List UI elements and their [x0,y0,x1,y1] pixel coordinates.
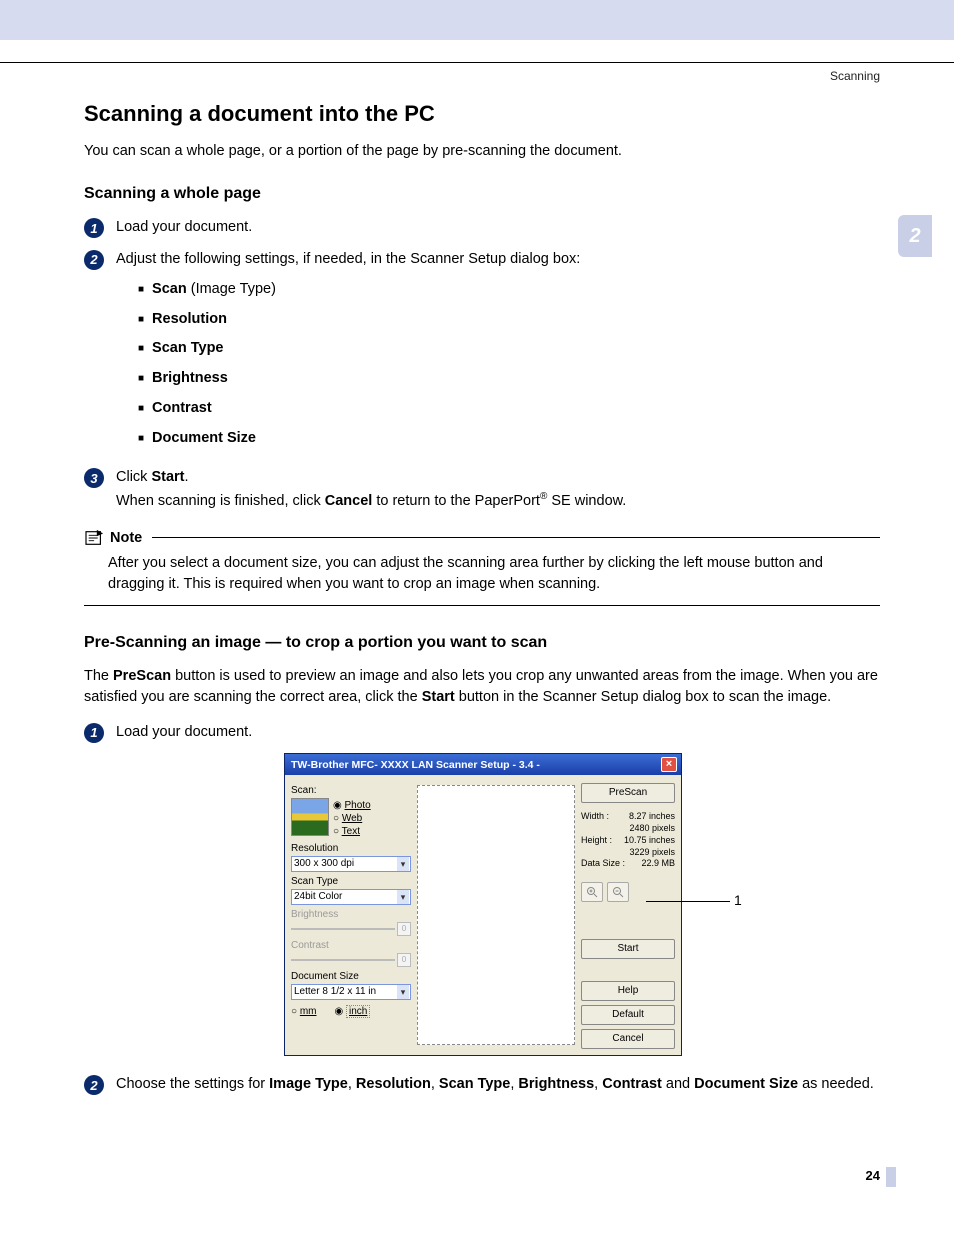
unit-mm-radio[interactable]: ○ mm [291,1006,317,1017]
note-rule [152,537,880,538]
scan-group-label: Scan: [291,785,411,796]
page-number-tab [886,1167,896,1187]
resolution-label: Resolution [291,843,411,854]
list-item: Document Size [138,428,880,450]
preview-area[interactable] [417,785,575,1045]
radio-web[interactable]: ○ Web [333,813,371,824]
scan-thumbnail [291,798,329,836]
step-number-icon: 2 [84,250,104,270]
zoom-in-icon[interactable] [581,882,603,902]
docsize-select[interactable]: Letter 8 1/2 x 11 in [291,984,411,1000]
step-3-line1: Click Start. [116,467,880,489]
step-3-line2: When scanning is finished, click Cancel … [116,489,880,513]
callout-number: 1 [734,892,742,908]
cancel-button[interactable]: Cancel [581,1029,675,1049]
contrast-slider[interactable]: 0 [291,953,411,967]
page-number: 24 [866,1168,880,1183]
chapter-tab: 2 [898,215,932,257]
step-number-icon: 1 [84,723,104,743]
scanner-dialog-figure: TW-Brother MFC- XXXX LAN Scanner Setup -… [284,753,784,1056]
step-2-lead: Adjust the following settings, if needed… [116,251,580,267]
section-prescan-title: Pre-Scanning an image — to crop a portio… [84,634,880,652]
start-button[interactable]: Start [581,939,675,959]
radio-photo[interactable]: ◉ Photo [333,800,371,811]
list-item: Scan (Image Type) [138,279,880,301]
settings-list: Scan (Image Type) Resolution Scan Type B… [116,279,880,450]
step-row: 2 Adjust the following settings, if need… [84,249,880,457]
list-item: Resolution [138,309,880,331]
step-row: 3 Click Start. When scanning is finished… [84,467,880,512]
radio-text[interactable]: ○ Text [333,826,371,837]
step-number-icon: 1 [84,218,104,238]
resolution-select[interactable]: 300 x 300 dpi [291,856,411,872]
note-block: Note After you select a document size, y… [84,529,880,606]
list-item: Brightness [138,368,880,390]
note-body: After you select a document size, you ca… [84,547,880,605]
default-button[interactable]: Default [581,1005,675,1025]
callout-line [646,901,730,902]
dialog-title-bar: TW-Brother MFC- XXXX LAN Scanner Setup -… [285,754,681,775]
page-title: Scanning a document into the PC [84,101,880,127]
list-item: Scan Type [138,338,880,360]
prescan-step-1: Load your document. [116,722,880,744]
help-button[interactable]: Help [581,981,675,1001]
step-number-icon: 3 [84,468,104,488]
scantype-label: Scan Type [291,876,411,887]
note-icon [84,529,106,547]
prescan-paragraph: The PreScan button is used to preview an… [84,666,880,708]
close-icon[interactable]: × [661,757,677,772]
note-rule [84,605,880,606]
brightness-label: Brightness [291,909,411,920]
step-1-text: Load your document. [116,217,880,239]
prescan-button[interactable]: PreScan [581,783,675,803]
prescan-step-2: Choose the settings for Image Type, Reso… [116,1074,880,1096]
header-section-label: Scanning [0,63,954,83]
step-row: 1 Load your document. [84,217,880,239]
scanner-setup-dialog: TW-Brother MFC- XXXX LAN Scanner Setup -… [284,753,682,1056]
list-item: Contrast [138,398,880,420]
dialog-title-text: TW-Brother MFC- XXXX LAN Scanner Setup -… [291,759,661,771]
step-number-icon: 2 [84,1075,104,1095]
zoom-out-icon[interactable] [607,882,629,902]
unit-inch-radio[interactable]: ◉ inch [335,1006,371,1017]
scan-info: Width :8.27 inches 2480 pixels Height :1… [581,811,675,869]
brightness-slider[interactable]: 0 [291,922,411,936]
section-whole-page-title: Scanning a whole page [84,185,880,203]
note-title: Note [110,530,142,546]
step-row: 2 Choose the settings for Image Type, Re… [84,1074,880,1096]
scantype-select[interactable]: 24bit Color [291,889,411,905]
step-row: 1 Load your document. [84,722,880,744]
top-banner [0,0,954,40]
docsize-label: Document Size [291,971,411,982]
contrast-label: Contrast [291,940,411,951]
intro-text: You can scan a whole page, or a portion … [84,141,880,161]
